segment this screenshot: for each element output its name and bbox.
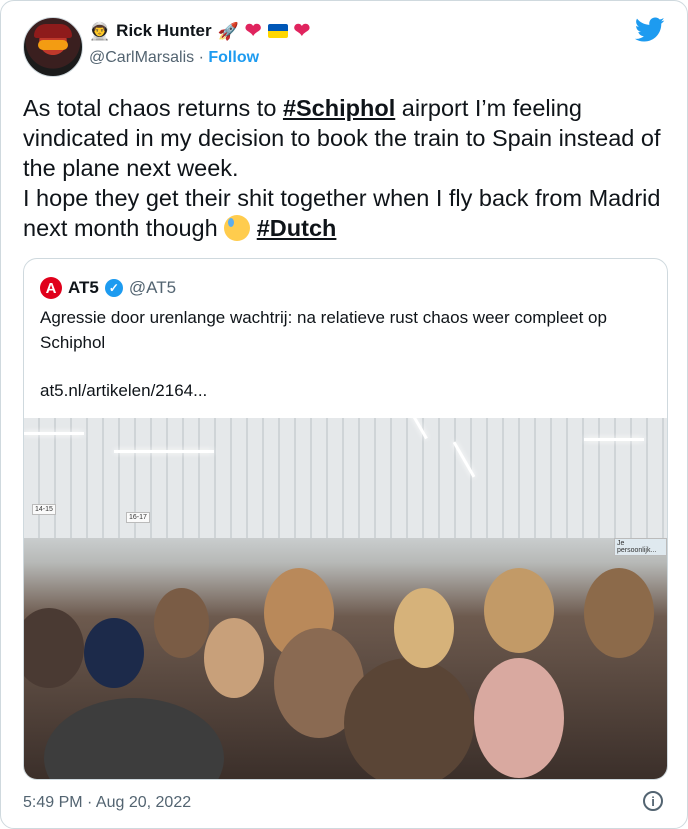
photo-ceiling-light — [114, 450, 214, 453]
photo-person — [484, 568, 554, 653]
photo-person — [24, 608, 84, 688]
twitter-bird-icon[interactable] — [635, 17, 665, 43]
ukraine-flag-icon — [267, 24, 288, 38]
author-name[interactable]: Rick Hunter — [116, 21, 211, 41]
photo-ceiling-light — [24, 432, 84, 435]
red-heart-emoji-icon: ❤ — [293, 20, 311, 42]
tweet-text-segment: I hope they get their shit together when… — [23, 185, 661, 241]
red-heart-emoji-icon: ❤ — [244, 20, 262, 42]
photo-person — [44, 698, 224, 779]
photo-person — [474, 658, 564, 778]
photo-person — [344, 658, 474, 779]
hashtag-dutch-link[interactable]: #Dutch — [257, 215, 337, 241]
photo-person — [154, 588, 209, 658]
author-name-row: 👨‍🚀 Rick Hunter 🚀 ❤ ❤ — [89, 21, 310, 41]
quoted-tweet[interactable]: A AT5 ✓ @AT5 Agressie door urenlange wac… — [23, 258, 668, 780]
info-icon[interactable]: i — [643, 791, 663, 811]
hashtag-schiphol-link[interactable]: #Schiphol — [283, 95, 395, 121]
avatar-visor — [38, 40, 68, 50]
tweet-text-segment: As total chaos returns to — [23, 95, 283, 121]
quoted-author-handle: @AT5 — [128, 278, 177, 297]
photo-ceiling — [24, 418, 667, 538]
quoted-tweet-header: A AT5 ✓ @AT5 — [40, 277, 176, 299]
follow-button[interactable]: Follow — [208, 49, 259, 66]
separator-dot: · — [198, 49, 204, 66]
tweet-paragraph-2: I hope they get their shit together when… — [23, 183, 663, 243]
photo-person — [394, 588, 454, 668]
photo-person — [204, 618, 264, 698]
rocket-emoji-icon: 🚀 — [217, 21, 239, 41]
author-handle-row: @CarlMarsalis · Follow — [89, 49, 259, 67]
airport-crowd-photo[interactable]: 14-15 16-17 Je persoonlijk... — [24, 418, 667, 779]
avatar-helmet — [34, 24, 72, 38]
photo-sign-gate: 16-17 — [126, 512, 150, 523]
quoted-tweet-text: Agressie door urenlange wachtrij: na rel… — [40, 308, 607, 352]
photo-ceiling-light — [584, 438, 644, 441]
at5-logo-icon: A — [40, 277, 62, 299]
crown-person-emoji-icon: 👨‍🚀 — [89, 21, 111, 41]
quoted-author-name: AT5 — [68, 278, 99, 297]
author-avatar[interactable] — [23, 17, 83, 77]
photo-person — [584, 568, 654, 658]
tweet-timestamp[interactable]: 5:49 PM · Aug 20, 2022 — [23, 794, 191, 812]
author-handle[interactable]: @CarlMarsalis — [89, 49, 194, 66]
photo-person — [84, 618, 144, 688]
photo-sign-personal: Je persoonlijk... — [614, 538, 667, 556]
photo-sign-gate: 14-15 — [32, 504, 56, 515]
tweet-card: 👨‍🚀 Rick Hunter 🚀 ❤ ❤ @CarlMarsalis · Fo… — [0, 0, 688, 829]
tweet-paragraph-1: As total chaos returns to #Schiphol airp… — [23, 93, 663, 183]
verified-badge-icon: ✓ — [104, 279, 123, 297]
downcast-face-sweat-emoji-icon — [224, 215, 251, 241]
tweet-body: As total chaos returns to #Schiphol airp… — [23, 93, 663, 243]
quoted-tweet-link[interactable]: at5.nl/artikelen/2164... — [40, 381, 207, 401]
